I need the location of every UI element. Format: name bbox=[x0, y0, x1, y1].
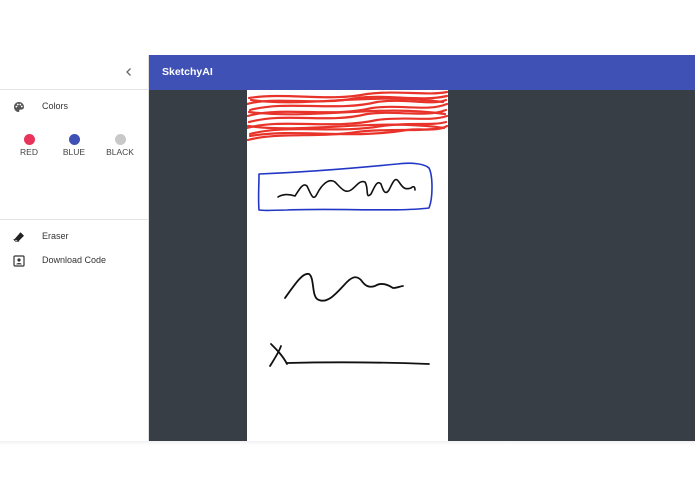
sidebar: Colors RED BLUE BLACK Eraser Download Co… bbox=[0, 55, 149, 441]
eraser-tool[interactable]: Eraser bbox=[0, 227, 149, 247]
app-window: Colors RED BLUE BLACK Eraser Download Co… bbox=[0, 55, 695, 441]
sketch-layer bbox=[247, 90, 448, 367]
blue-rectangle-stroke bbox=[257, 162, 433, 212]
color-name: BLACK bbox=[106, 147, 134, 157]
divider bbox=[0, 219, 149, 220]
download-code-tool[interactable]: Download Code bbox=[0, 251, 149, 271]
palette-icon bbox=[13, 100, 25, 112]
color-swatch-blue[interactable]: BLUE bbox=[57, 134, 91, 157]
black-dot-icon bbox=[114, 134, 126, 145]
workspace bbox=[149, 90, 695, 441]
download-code-label: Download Code bbox=[42, 255, 107, 265]
x-mark-stroke bbox=[269, 343, 288, 367]
color-name: BLUE bbox=[62, 147, 86, 157]
black-line-stroke bbox=[286, 361, 430, 365]
black-squiggle-stroke bbox=[284, 272, 404, 302]
color-swatch-black[interactable]: BLACK bbox=[103, 134, 137, 157]
sidebar-header bbox=[0, 55, 148, 90]
app-title: SketchyAI bbox=[162, 66, 213, 78]
color-name: RED bbox=[20, 147, 38, 157]
colors-section-header: Colors bbox=[0, 97, 149, 117]
eraser-icon bbox=[13, 230, 25, 242]
red-scribble-stroke bbox=[247, 90, 448, 142]
colors-label: Colors bbox=[42, 101, 69, 111]
color-swatch-red[interactable]: RED bbox=[12, 134, 46, 157]
chevron-left-icon[interactable] bbox=[122, 65, 136, 79]
app-bar: SketchyAI bbox=[149, 55, 695, 90]
red-dot-icon bbox=[23, 134, 35, 145]
drawing-canvas[interactable] bbox=[247, 90, 448, 441]
download-code-icon bbox=[13, 254, 25, 267]
black-squiggle-stroke bbox=[277, 178, 416, 199]
eraser-label: Eraser bbox=[42, 231, 69, 241]
bottom-edge bbox=[0, 441, 695, 445]
blue-dot-icon bbox=[68, 134, 80, 145]
